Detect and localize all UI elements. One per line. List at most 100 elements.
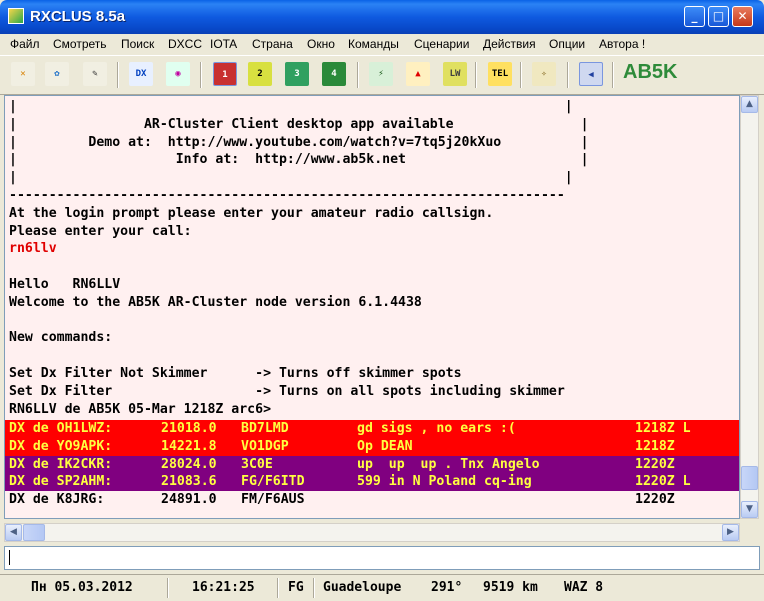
horizontal-scroll-thumb[interactable] xyxy=(23,524,45,541)
status-date: Пн 05.03.2012 xyxy=(31,580,133,595)
status-time: 16:21:25 xyxy=(192,580,255,595)
scroll-right-button[interactable]: ▶ xyxy=(722,524,739,541)
text-caret xyxy=(9,550,10,565)
menu-actions[interactable]: Действия xyxy=(483,37,536,51)
spot-time: 1218Z L xyxy=(635,421,691,436)
terminal-line: ----------------------------------------… xyxy=(9,188,565,203)
terminal-line: | | xyxy=(9,99,573,114)
toolbar-separator xyxy=(520,62,522,88)
maximize-button[interactable]: □ xyxy=(708,6,729,27)
menu-file[interactable]: Файл xyxy=(10,37,40,51)
terminal-line: New commands: xyxy=(9,330,113,346)
scroll-left-button[interactable]: ◀ xyxy=(5,524,22,541)
menu-view[interactable]: Смотреть xyxy=(53,37,107,51)
terminal-line: Hello RN6LLV xyxy=(9,277,121,292)
spot-freq: 24891.0 xyxy=(161,492,217,508)
terminal-line: rn6llv xyxy=(9,241,57,257)
terminal-line: At the login prompt please enter your am… xyxy=(9,205,494,221)
title-bar[interactable]: RXCLUS 8.5a _ □ ✕ xyxy=(0,0,764,34)
brush-tool-icon[interactable]: ✎ xyxy=(83,62,107,86)
minimize-button[interactable]: _ xyxy=(684,6,705,27)
menu-iota[interactable]: IOTA xyxy=(210,37,237,51)
menu-about[interactable]: Автора ! xyxy=(599,37,645,51)
speaker-icon[interactable]: ◀ xyxy=(579,62,603,86)
terminal-line: Please enter your call: xyxy=(9,223,192,239)
status-bearing: 291° xyxy=(431,580,463,595)
spot-time: 1218Z xyxy=(635,438,675,454)
tower-icon[interactable]: ⚡ xyxy=(369,62,393,86)
dx-spot-row[interactable]: DX de OH1LWZ: 21018.0 BD7LMD gd sigs , no e… xyxy=(5,420,739,438)
window-3-icon[interactable]: 3 xyxy=(285,62,309,86)
spot-time: 1220Z xyxy=(635,492,675,508)
menu-options[interactable]: Опции xyxy=(549,37,585,51)
dx-spot-row[interactable]: DX de YO9APK: 14221.8 VO1DGP Op DEAN 1218Z xyxy=(5,437,739,456)
toolbar-separator xyxy=(612,62,614,88)
spot-dx: FG/F6ITD xyxy=(241,474,305,490)
spot-dx: VO1DGP xyxy=(241,438,289,454)
spot-spotter: DX de IK2CKR: xyxy=(9,456,113,472)
spot-freq: 21083.6 xyxy=(161,474,217,490)
dx-spot-row[interactable]: DX de SP2AHM: 21083.6 FG/F6ITD 599 in N Pol… xyxy=(5,473,739,492)
cluster-terminal[interactable]: | | | AR-Cluster Client desktop app avail… xyxy=(4,95,740,519)
status-distance: 9519 km xyxy=(483,580,538,595)
status-waz: WAZ 8 xyxy=(564,580,604,595)
dx-spot-row[interactable]: DX de K8JRG: 24891.0 FM/F6AUS 1220Z xyxy=(5,491,739,509)
terminal-line: Set Dx Filter -> Turns on all spots incl… xyxy=(9,383,565,399)
dx-spot-row[interactable]: DX de IK2CKR: 28024.0 3C0E up up up . Tnx A… xyxy=(5,455,739,474)
menu-scripts[interactable]: Сценарии xyxy=(414,37,469,51)
status-prefix: FG xyxy=(288,580,304,595)
toolbar-separator xyxy=(357,62,359,88)
toolbar-separator xyxy=(117,62,119,88)
scroll-down-button[interactable]: ▼ xyxy=(741,501,758,518)
window-1-icon[interactable]: 1 xyxy=(213,62,237,86)
window-title: RXCLUS 8.5a xyxy=(30,8,126,25)
spot-comment: gd sigs , no ears :( xyxy=(357,421,516,436)
spot-freq: 21018.0 xyxy=(161,421,217,436)
horizontal-scrollbar[interactable]: ◀ ▶ xyxy=(4,523,740,542)
spot-dx: FM/F6AUS xyxy=(241,492,305,508)
menu-commands[interactable]: Команды xyxy=(348,37,399,51)
spot-time: 1220Z L xyxy=(635,474,691,490)
scroll-up-button[interactable]: ▲ xyxy=(741,96,758,113)
lotw-icon[interactable]: LW xyxy=(443,62,467,86)
window-2-icon[interactable]: 2 xyxy=(248,62,272,86)
menu-window[interactable]: Окно xyxy=(307,37,335,51)
search-globe-icon[interactable]: ◉ xyxy=(166,62,190,86)
spot-time: 1220Z xyxy=(635,456,675,472)
toolbar-separator xyxy=(200,62,202,88)
map-tool-icon[interactable]: ✿ xyxy=(45,62,69,86)
dx-eye-icon[interactable]: DX xyxy=(129,62,153,86)
vertical-scroll-thumb[interactable] xyxy=(741,466,758,490)
spot-freq: 28024.0 xyxy=(161,456,217,472)
window-4-icon[interactable]: 4 xyxy=(322,62,346,86)
status-separator xyxy=(313,578,315,598)
status-country: Guadeloupe xyxy=(323,580,402,595)
node-callsign: AB5K xyxy=(623,61,678,83)
antenna-tool-icon[interactable]: ✕ xyxy=(11,62,35,86)
terminal-line: RN6LLV de AB5K 05-Mar 1218Z arc6> xyxy=(9,401,272,417)
terminal-line: | Info at: http://www.ab5k.net | xyxy=(9,152,589,168)
spot-spotter: DX de OH1LWZ: xyxy=(9,421,113,436)
spot-dx: 3C0E xyxy=(241,456,273,472)
vertical-scrollbar[interactable]: ▲ ▼ xyxy=(740,95,759,519)
spot-spotter: DX de SP2AHM: xyxy=(9,474,113,490)
spot-freq: 14221.8 xyxy=(161,438,217,454)
telnet-icon[interactable]: TEL xyxy=(488,62,512,86)
terminal-line: Welcome to the AB5K AR-Cluster node vers… xyxy=(9,294,422,310)
menu-search[interactable]: Поиск xyxy=(121,37,154,51)
menu-dxcc[interactable]: DXCC xyxy=(168,37,202,51)
status-bar: Пн 05.03.2012 16:21:25 FG Guadeloupe 291… xyxy=(0,574,764,601)
status-separator xyxy=(167,578,169,598)
spot-spotter: DX de K8JRG: xyxy=(9,492,105,508)
close-button[interactable]: ✕ xyxy=(732,6,753,27)
app-icon xyxy=(8,8,24,24)
bell-icon[interactable]: ▲ xyxy=(406,62,430,86)
menu-country[interactable]: Страна xyxy=(252,37,293,51)
command-input[interactable] xyxy=(4,546,760,570)
toolbar-separator xyxy=(567,62,569,88)
status-separator xyxy=(277,578,279,598)
clean-icon[interactable]: ✧ xyxy=(532,62,556,86)
